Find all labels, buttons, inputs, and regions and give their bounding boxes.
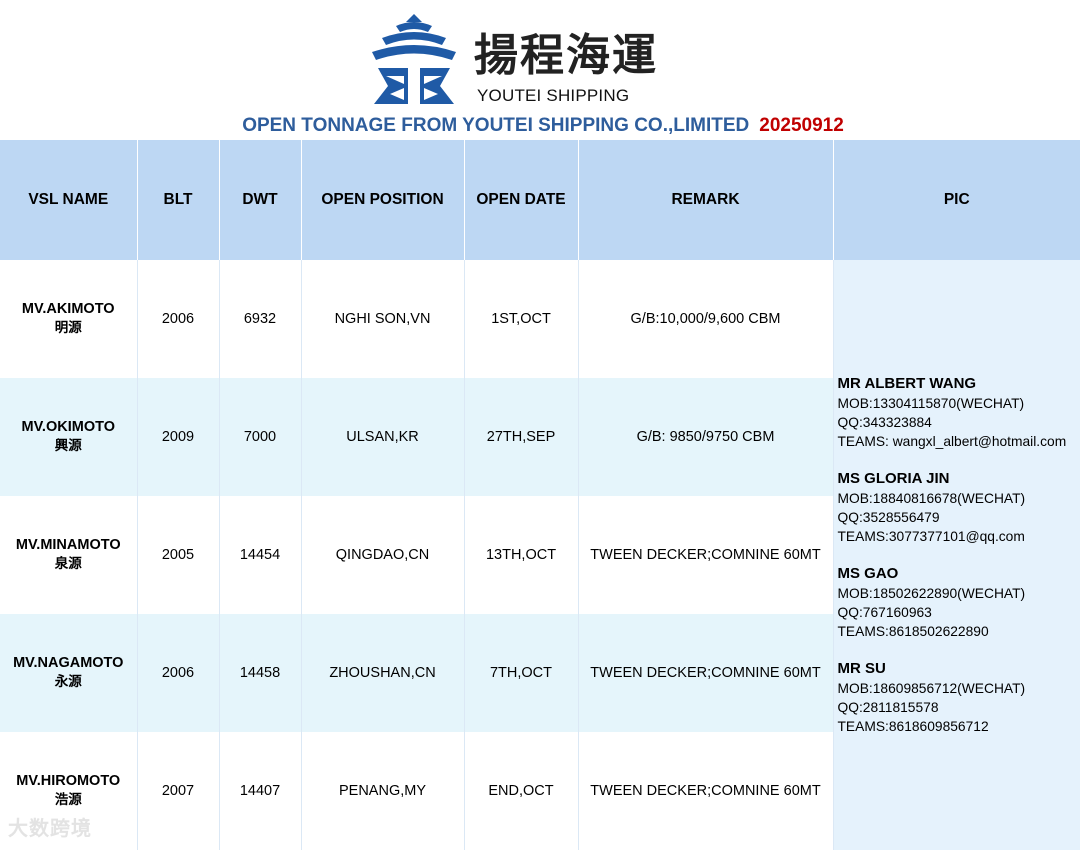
col-header-vsl-name: VSL NAME <box>0 140 137 260</box>
logo-english-name: YOUTEI SHIPPING <box>477 86 629 106</box>
dwt-value: 14407 <box>219 732 301 850</box>
col-header-dwt: DWT <box>219 140 301 260</box>
built-year: 2009 <box>137 378 219 496</box>
open-position: QINGDAO,CN <box>301 496 464 614</box>
vessel-name: MV.MINAMOTO <box>16 537 121 553</box>
open-position: NGHI SON,VN <box>301 260 464 378</box>
dwt-value: 6932 <box>219 260 301 378</box>
open-date: 1ST,OCT <box>464 260 578 378</box>
contact-teams: TEAMS:8618609856712 <box>838 717 1080 736</box>
contact-qq: QQ:767160963 <box>838 603 1080 622</box>
contact-teams: TEAMS:8618502622890 <box>838 622 1080 641</box>
vessel-name: MV.HIROMOTO <box>16 773 120 789</box>
contact-mobile: MOB:18840816678(WECHAT) <box>838 489 1080 508</box>
contact-qq: QQ:3528556479 <box>838 508 1080 527</box>
table-row: MV.AKIMOTO 明源 2006 6932 NGHI SON,VN 1ST,… <box>0 260 1080 378</box>
contact-mobile: MOB:18502622890(WECHAT) <box>838 584 1080 603</box>
contact-gloria-jin: MS GLORIA JIN MOB:18840816678(WECHAT) QQ… <box>838 469 1080 546</box>
youtei-logo-icon <box>368 14 460 108</box>
remark: TWEEN DECKER;COMNINE 60MT <box>578 496 833 614</box>
page-title: OPEN TONNAGE FROM YOUTEI SHIPPING CO.,LI… <box>0 115 1080 137</box>
contact-name: MR ALBERT WANG <box>838 374 1080 394</box>
title-date: 20250912 <box>759 115 844 136</box>
open-position: ZHOUSHAN,CN <box>301 614 464 732</box>
col-header-open-date: OPEN DATE <box>464 140 578 260</box>
open-date: 27TH,SEP <box>464 378 578 496</box>
built-year: 2005 <box>137 496 219 614</box>
vessel-name-cell: MV.OKIMOTO 興源 <box>0 378 137 496</box>
col-header-remark: REMARK <box>578 140 833 260</box>
built-year: 2007 <box>137 732 219 850</box>
vessel-name-cell: MV.NAGAMOTO 永源 <box>0 614 137 732</box>
title-company: OPEN TONNAGE FROM YOUTEI SHIPPING CO.,LI… <box>242 115 749 136</box>
vessel-name: MV.NAGAMOTO <box>13 655 123 671</box>
table-header-row: VSL NAME BLT DWT OPEN POSITION OPEN DATE… <box>0 140 1080 260</box>
open-date: END,OCT <box>464 732 578 850</box>
contact-name: MR SU <box>838 659 1080 679</box>
vessel-name: MV.AKIMOTO <box>22 301 115 317</box>
remark: TWEEN DECKER;COMNINE 60MT <box>578 732 833 850</box>
logo-chinese-name: 揚程海運 <box>474 30 658 82</box>
built-year: 2006 <box>137 260 219 378</box>
contact-name: MS GAO <box>838 564 1080 584</box>
contact-name: MS GLORIA JIN <box>838 469 1080 489</box>
vessel-name-cn: 泉源 <box>0 555 137 574</box>
open-date: 13TH,OCT <box>464 496 578 614</box>
contact-su: MR SU MOB:18609856712(WECHAT) QQ:2811815… <box>838 659 1080 736</box>
dwt-value: 7000 <box>219 378 301 496</box>
vessel-name-cell: MV.AKIMOTO 明源 <box>0 260 137 378</box>
col-header-pic: PIC <box>833 140 1080 260</box>
open-position: ULSAN,KR <box>301 378 464 496</box>
contact-mobile: MOB:13304115870(WECHAT) <box>838 394 1080 413</box>
col-header-open-position: OPEN POSITION <box>301 140 464 260</box>
open-date: 7TH,OCT <box>464 614 578 732</box>
remark: G/B: 9850/9750 CBM <box>578 378 833 496</box>
contact-qq: QQ:343323884 <box>838 413 1080 432</box>
vessel-name: MV.OKIMOTO <box>22 419 115 435</box>
vessel-name-cn: 浩源 <box>0 791 137 810</box>
watermark: 大数跨境 <box>8 812 92 841</box>
contact-gao: MS GAO MOB:18502622890(WECHAT) QQ:767160… <box>838 564 1080 641</box>
contact-teams: TEAMS:3077377101@qq.com <box>838 527 1080 546</box>
contact-qq: QQ:2811815578 <box>838 698 1080 717</box>
pic-contacts-cell: MR ALBERT WANG MOB:13304115870(WECHAT) Q… <box>833 260 1080 850</box>
contact-mobile: MOB:18609856712(WECHAT) <box>838 679 1080 698</box>
vessel-name-cn: 明源 <box>0 319 137 338</box>
col-header-blt: BLT <box>137 140 219 260</box>
tonnage-table: VSL NAME BLT DWT OPEN POSITION OPEN DATE… <box>0 140 1080 850</box>
contact-teams: TEAMS: wangxl_albert@hotmail.com <box>838 432 1080 451</box>
remark: G/B:10,000/9,600 CBM <box>578 260 833 378</box>
vessel-name-cn: 永源 <box>0 673 137 692</box>
dwt-value: 14458 <box>219 614 301 732</box>
dwt-value: 14454 <box>219 496 301 614</box>
remark: TWEEN DECKER;COMNINE 60MT <box>578 614 833 732</box>
contact-albert-wang: MR ALBERT WANG MOB:13304115870(WECHAT) Q… <box>838 374 1080 451</box>
vessel-name-cn: 興源 <box>0 437 137 456</box>
open-position: PENANG,MY <box>301 732 464 850</box>
built-year: 2006 <box>137 614 219 732</box>
vessel-name-cell: MV.MINAMOTO 泉源 <box>0 496 137 614</box>
